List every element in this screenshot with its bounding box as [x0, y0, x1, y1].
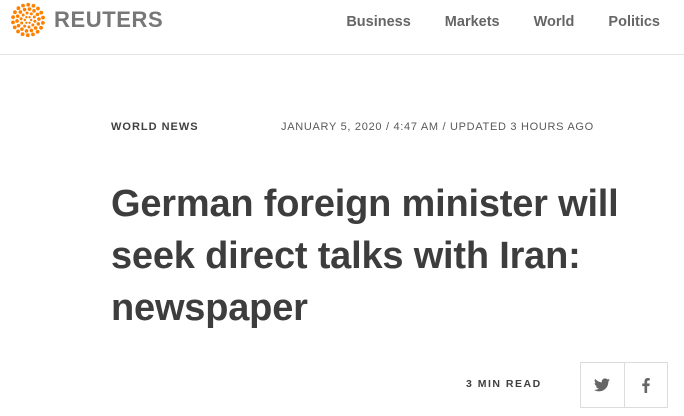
top-navigation-bar: REUTERS Business Markets World Politics	[0, 0, 684, 55]
share-twitter-button[interactable]	[581, 363, 624, 407]
nav-item-world[interactable]: World	[534, 14, 575, 30]
reuters-logo-mark-icon	[11, 2, 45, 38]
nav-item-politics[interactable]: Politics	[608, 14, 660, 30]
article-headline: German foreign minister will seek direct…	[111, 183, 619, 329]
brand-name: REUTERS	[54, 7, 164, 32]
share-buttons	[580, 362, 668, 408]
article-dateline: JANUARY 5, 2020 / 4:47 AM / UPDATED 3 HO…	[281, 121, 594, 133]
reuters-logo[interactable]: REUTERS	[10, 2, 163, 38]
main-nav: Business Markets World Politics	[312, 0, 660, 44]
facebook-icon	[642, 377, 650, 393]
article-meta: WORLD NEWS JANUARY 5, 2020 / 4:47 AM / U…	[111, 121, 631, 135]
twitter-icon	[594, 378, 611, 392]
nav-item-business[interactable]: Business	[346, 14, 410, 30]
nav-item-markets[interactable]: Markets	[445, 14, 500, 30]
section-link[interactable]: WORLD NEWS	[111, 121, 199, 133]
share-facebook-button[interactable]	[623, 363, 667, 407]
read-time: 3 MIN READ	[466, 378, 542, 390]
